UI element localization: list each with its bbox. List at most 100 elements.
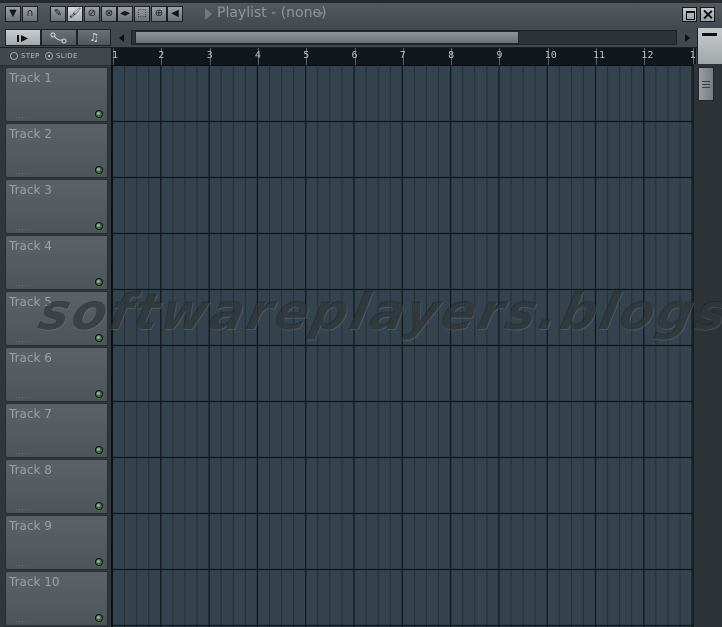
- zoom-icon: ⊕: [154, 8, 164, 19]
- track-header[interactable]: Track 5.....: [5, 291, 108, 346]
- close-button[interactable]: [700, 7, 715, 22]
- slip-icon: ◂▸: [119, 8, 131, 19]
- track-name: Track 7: [9, 407, 52, 421]
- brush-icon: 🖌: [68, 8, 82, 19]
- scroll-left-button[interactable]: [112, 29, 130, 46]
- title-dropdown-icon[interactable]: [316, 12, 324, 17]
- zoom-tool-button[interactable]: ⊕: [151, 6, 167, 22]
- window-top-edge: [0, 0, 722, 3]
- arrow-right-icon: [684, 33, 690, 42]
- track-header[interactable]: Track 2.....: [5, 123, 108, 178]
- step-radio[interactable]: [10, 52, 18, 60]
- track-mute-led[interactable]: [95, 334, 103, 342]
- grid-lines: [112, 66, 693, 627]
- bar-number: 3: [206, 50, 213, 61]
- track-mute-led[interactable]: [95, 222, 103, 230]
- bar-number: 6: [351, 50, 358, 61]
- grip-line: [702, 87, 710, 88]
- window-title[interactable]: Playlist - (none): [217, 5, 327, 21]
- bar-number: 2: [158, 50, 165, 61]
- grip-line: [702, 84, 710, 85]
- bar-number: 1: [112, 50, 119, 61]
- track-mute-led[interactable]: [95, 390, 103, 398]
- track-header[interactable]: Track 8.....: [5, 459, 108, 514]
- track-resize-grip[interactable]: .....: [15, 448, 31, 456]
- automation-clip-icon: [50, 32, 67, 43]
- track-mute-led[interactable]: [95, 278, 103, 286]
- track-mute-led[interactable]: [95, 166, 103, 174]
- select-tool-button[interactable]: ⬚: [134, 6, 150, 22]
- track-mute-led[interactable]: [95, 110, 103, 118]
- pencil-tool-button[interactable]: ✎: [50, 6, 66, 22]
- playlist-grid[interactable]: [111, 66, 693, 627]
- bar-number: 8: [448, 50, 455, 61]
- slide-radio[interactable]: [45, 52, 53, 60]
- horizontal-scroll-thumb[interactable]: [135, 31, 519, 44]
- pattern-clip-icon: [17, 34, 28, 42]
- track-name: Track 10: [9, 575, 60, 589]
- track-header[interactable]: Track 1.....: [5, 67, 108, 122]
- slip-tool-button[interactable]: ◂▸: [117, 6, 133, 22]
- view-bar: ♫: [0, 28, 722, 48]
- track-resize-grip[interactable]: .....: [15, 168, 31, 176]
- title-bar: ▼ ∩ ✎ 🖌 ⊘ ⊗ ◂▸ ⬚ ⊕ ◀ Playlist - (none): [0, 0, 722, 29]
- bar-number: 9: [496, 50, 503, 61]
- track-name: Track 3: [9, 183, 52, 197]
- slide-label: SLIDE: [56, 52, 78, 60]
- track-resize-grip[interactable]: .....: [15, 504, 31, 512]
- maximize-button[interactable]: [682, 7, 697, 22]
- audio-clip-icon: ♫: [89, 31, 99, 44]
- track-mute-led[interactable]: [95, 558, 103, 566]
- track-header[interactable]: Track 3.....: [5, 179, 108, 234]
- select-icon: ⬚: [137, 8, 147, 19]
- delete-tool-button[interactable]: ⊗: [101, 6, 117, 22]
- arrow-left-icon: [118, 33, 124, 42]
- track-resize-grip[interactable]: .....: [15, 392, 31, 400]
- play-tool-button[interactable]: ◀: [167, 6, 183, 22]
- track-resize-grip[interactable]: .....: [15, 224, 31, 232]
- track-name: Track 5: [9, 295, 52, 309]
- magnet-icon: ∩: [26, 8, 34, 19]
- zoom-button[interactable]: [697, 28, 722, 64]
- pencil-icon: ✎: [53, 8, 63, 19]
- bar-number: 12: [641, 50, 654, 61]
- track-resize-grip[interactable]: .....: [15, 616, 31, 624]
- track-resize-grip[interactable]: .....: [15, 280, 31, 288]
- timeline-ruler[interactable]: 12345678910111213: [111, 48, 696, 66]
- bar-number: 4: [254, 50, 261, 61]
- track-header-list: Track 1..... Track 2..... Track 3..... Trac…: [0, 66, 111, 627]
- dropdown-arrow-tool-button[interactable]: ▼: [5, 6, 21, 22]
- delete-icon: ⊗: [104, 8, 114, 19]
- track-resize-grip[interactable]: .....: [15, 560, 31, 568]
- track-name: Track 2: [9, 127, 52, 141]
- track-header[interactable]: Track 10.....: [5, 571, 108, 626]
- track-header[interactable]: Track 6.....: [5, 347, 108, 402]
- track-name: Track 4: [9, 239, 52, 253]
- track-header[interactable]: Track 4.....: [5, 235, 108, 290]
- bar-number: 5: [303, 50, 310, 61]
- track-header[interactable]: Track 9.....: [5, 515, 108, 570]
- brush-tool-button[interactable]: 🖌: [67, 6, 83, 22]
- mute-tool-button[interactable]: ⊘: [84, 6, 100, 22]
- track-header[interactable]: Track 7.....: [5, 403, 108, 458]
- track-resize-grip[interactable]: .....: [15, 112, 31, 120]
- track-mute-led[interactable]: [95, 614, 103, 622]
- bar-number: 11: [593, 50, 606, 61]
- scroll-right-button[interactable]: [679, 29, 695, 46]
- track-name: Track 8: [9, 463, 52, 477]
- track-name: Track 9: [9, 519, 52, 533]
- title-arrow-icon[interactable]: [205, 8, 212, 20]
- vertical-scrollbar[interactable]: [693, 64, 722, 627]
- play-icon: ◀: [171, 8, 179, 19]
- track-resize-grip[interactable]: .....: [15, 336, 31, 344]
- vertical-scroll-thumb[interactable]: [698, 67, 714, 101]
- magnet-tool-button[interactable]: ∩: [22, 6, 38, 22]
- tab-automation-clips[interactable]: [41, 29, 77, 46]
- mute-icon: ⊘: [87, 8, 97, 19]
- dropdown-arrow-icon: ▼: [9, 8, 17, 19]
- track-mute-led[interactable]: [95, 502, 103, 510]
- track-name: Track 1: [9, 71, 52, 85]
- track-mute-led[interactable]: [95, 446, 103, 454]
- tab-audio-clips[interactable]: ♫: [77, 29, 111, 46]
- tab-pattern-clips[interactable]: [5, 29, 41, 46]
